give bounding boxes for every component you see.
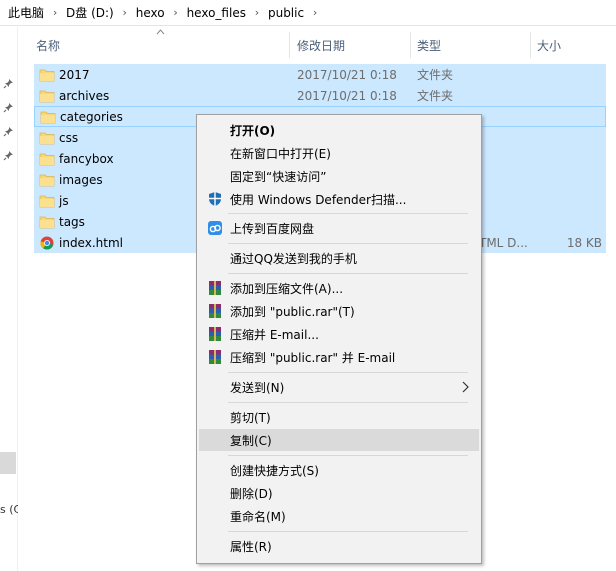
nav-item-fragment[interactable]: s (C xyxy=(0,503,18,516)
menu-item-send-qq-phone[interactable]: 通过QQ发送到我的手机 xyxy=(199,247,479,269)
breadcrumb-separator-icon[interactable]: › xyxy=(114,6,136,19)
menu-item-upload-baidu[interactable]: 上传到百度网盘 xyxy=(199,217,479,239)
menu-item-label: 属性(R) xyxy=(230,539,272,554)
menu-item-create-shortcut[interactable]: 创建快捷方式(S) xyxy=(199,459,479,481)
menu-item-label: 压缩并 E-mail... xyxy=(230,327,319,342)
breadcrumb-separator-icon[interactable]: › xyxy=(304,6,326,19)
menu-divider xyxy=(228,531,468,532)
menu-divider xyxy=(228,273,468,274)
menu-item-copy[interactable]: 复制(C) xyxy=(199,429,479,451)
menu-item-label: 在新窗口中打开(E) xyxy=(230,146,331,161)
menu-item-rename[interactable]: 重命名(M) xyxy=(199,505,479,527)
folder-icon xyxy=(39,194,55,208)
menu-item-open-new-window[interactable]: 在新窗口中打开(E) xyxy=(199,142,479,164)
menu-divider xyxy=(228,402,468,403)
navigation-pane: s (C xyxy=(0,27,18,571)
menu-item-label: 复制(C) xyxy=(230,433,272,448)
menu-item-label: 添加到 "public.rar"(T) xyxy=(230,304,355,319)
column-header-type-label: 类型 xyxy=(417,38,442,53)
winrar-icon xyxy=(207,349,223,365)
folder-icon xyxy=(39,173,55,187)
breadcrumb-d-drive[interactable]: D盘 (D:) xyxy=(66,4,114,21)
folder-icon xyxy=(39,131,55,145)
menu-item-pin-quick-access[interactable]: 固定到“快速访问” xyxy=(199,165,479,187)
menu-item-label: 创建快捷方式(S) xyxy=(230,463,319,478)
file-row[interactable]: archives 2017/10/21 0:18 文件夹 xyxy=(34,85,606,106)
file-type: 文件夹 xyxy=(417,89,454,103)
folder-icon xyxy=(39,215,55,229)
column-header-type[interactable]: 类型 xyxy=(411,32,531,58)
menu-item-label: 剪切(T) xyxy=(230,410,271,425)
file-modified: 2017/10/21 0:18 xyxy=(297,67,397,82)
menu-item-label: 重命名(M) xyxy=(230,509,286,524)
folder-icon xyxy=(39,68,55,82)
column-header-size-label: 大小 xyxy=(537,38,562,53)
file-name: 2017 xyxy=(59,67,90,82)
column-header-name-label: 名称 xyxy=(36,38,61,53)
menu-item-label: 通过QQ发送到我的手机 xyxy=(230,251,357,266)
column-header-modified-label: 修改日期 xyxy=(297,38,346,53)
menu-item-label: 固定到“快速访问” xyxy=(230,169,327,184)
file-type: TML D... xyxy=(479,235,528,250)
chevron-right-icon xyxy=(462,381,469,393)
menu-item-cut[interactable]: 剪切(T) xyxy=(199,406,479,428)
menu-item-defender-scan[interactable]: 使用 Windows Defender扫描... xyxy=(199,188,479,210)
menu-item-add-public-rar[interactable]: 添加到 "public.rar"(T) xyxy=(199,300,479,322)
pin-icon[interactable] xyxy=(3,78,14,89)
winrar-icon xyxy=(207,303,223,319)
menu-item-send-to[interactable]: 发送到(N) xyxy=(199,376,479,398)
pin-icon[interactable] xyxy=(3,102,14,113)
menu-item-compress-email[interactable]: 压缩并 E-mail... xyxy=(199,323,479,345)
menu-item-label: 使用 Windows Defender扫描... xyxy=(230,192,407,207)
breadcrumb-hexo[interactable]: hexo xyxy=(136,6,165,20)
file-type: 文件夹 xyxy=(417,68,454,82)
pin-icon[interactable] xyxy=(3,126,14,137)
menu-item-compress-public-rar-email[interactable]: 压缩到 "public.rar" 并 E-mail xyxy=(199,346,479,368)
breadcrumb-this-pc[interactable]: 此电脑 xyxy=(8,4,44,21)
menu-item-label: 删除(D) xyxy=(230,486,273,501)
winrar-icon xyxy=(207,280,223,296)
column-header-modified[interactable]: 修改日期 xyxy=(291,32,411,58)
breadcrumb: 此电脑 › D盘 (D:) › hexo › hexo_files › publ… xyxy=(0,0,616,26)
column-header-size[interactable]: 大小 xyxy=(531,32,616,58)
menu-item-add-archive[interactable]: 添加到压缩文件(A)... xyxy=(199,277,479,299)
menu-divider xyxy=(228,213,468,214)
folder-icon xyxy=(40,110,56,124)
menu-item-label: 上传到百度网盘 xyxy=(230,221,315,236)
winrar-icon xyxy=(207,326,223,342)
column-header-name[interactable]: 名称 xyxy=(30,32,290,58)
pin-icon[interactable] xyxy=(3,150,14,161)
menu-item-open[interactable]: 打开(O) xyxy=(199,119,479,141)
breadcrumb-hexo-files[interactable]: hexo_files xyxy=(187,6,246,20)
nav-selected-item[interactable] xyxy=(0,452,16,474)
menu-item-label: 打开(O) xyxy=(230,123,276,138)
menu-item-label: 压缩到 "public.rar" 并 E-mail xyxy=(230,350,396,365)
folder-icon xyxy=(39,152,55,166)
file-name: archives xyxy=(59,88,110,103)
menu-item-properties[interactable]: 属性(R) xyxy=(199,535,479,557)
sort-ascending-icon xyxy=(156,29,165,35)
menu-item-label: 发送到(N) xyxy=(230,380,285,395)
breadcrumb-separator-icon[interactable]: › xyxy=(44,6,66,19)
menu-divider xyxy=(228,243,468,244)
breadcrumb-separator-icon[interactable]: › xyxy=(165,6,187,19)
breadcrumb-public[interactable]: public xyxy=(268,6,304,20)
breadcrumb-separator-icon[interactable]: › xyxy=(246,6,268,19)
file-explorer-window: 此电脑 › D盘 (D:) › hexo › hexo_files › publ… xyxy=(0,0,616,571)
file-modified: 2017/10/21 0:18 xyxy=(297,88,397,103)
menu-divider xyxy=(228,455,468,456)
menu-item-delete[interactable]: 删除(D) xyxy=(199,482,479,504)
file-size: 18 KB xyxy=(566,235,602,250)
chrome-html-icon xyxy=(39,236,55,250)
windows-defender-icon xyxy=(207,191,223,207)
folder-icon xyxy=(39,89,55,103)
baidu-netdisk-icon xyxy=(207,220,223,236)
menu-divider xyxy=(228,372,468,373)
menu-item-label: 添加到压缩文件(A)... xyxy=(230,281,344,296)
context-menu: 打开(O) 在新窗口中打开(E) 固定到“快速访问” 使用 Windows De… xyxy=(196,114,482,564)
file-row[interactable]: 2017 2017/10/21 0:18 文件夹 xyxy=(34,64,606,85)
